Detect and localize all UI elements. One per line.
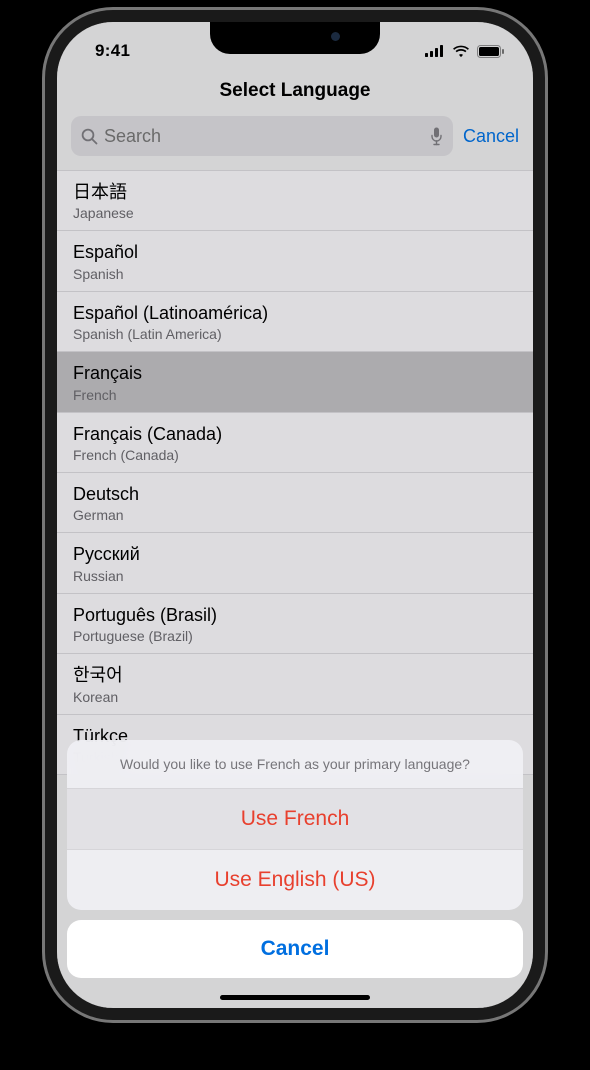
language-native-label: Deutsch bbox=[73, 483, 517, 506]
microphone-icon[interactable] bbox=[430, 127, 443, 146]
wifi-icon bbox=[452, 45, 470, 58]
language-english-label: Spanish (Latin America) bbox=[73, 326, 517, 342]
search-icon bbox=[81, 128, 98, 145]
search-field[interactable] bbox=[71, 116, 453, 156]
search-cancel-button[interactable]: Cancel bbox=[463, 126, 519, 147]
iphone-frame: 9:41 Select Language Cancel 日本語JapaneseE… bbox=[45, 10, 545, 1020]
language-native-label: Русский bbox=[73, 543, 517, 566]
language-english-label: French bbox=[73, 387, 517, 403]
language-english-label: Russian bbox=[73, 568, 517, 584]
language-item[interactable]: Español Spanish bbox=[57, 231, 533, 291]
notch bbox=[210, 22, 380, 54]
language-english-label: French (Canada) bbox=[73, 447, 517, 463]
action-sheet-option-button[interactable]: Use English (US) bbox=[67, 850, 523, 910]
language-item[interactable]: Español (Latinoamérica)Spanish (Latin Am… bbox=[57, 292, 533, 352]
language-english-label: German bbox=[73, 507, 517, 523]
action-sheet-group: Would you like to use French as your pri… bbox=[67, 740, 523, 910]
action-sheet: Would you like to use French as your pri… bbox=[67, 740, 523, 978]
action-sheet-option-button[interactable]: Use French bbox=[67, 789, 523, 850]
language-item[interactable]: DeutschGerman bbox=[57, 473, 533, 533]
cellular-icon bbox=[425, 45, 445, 57]
language-native-label: 日本語 bbox=[73, 181, 517, 204]
language-native-label: 한국어 bbox=[73, 664, 517, 687]
status-icons bbox=[425, 45, 505, 58]
language-native-label: Español (Latinoamérica) bbox=[73, 302, 517, 325]
language-item[interactable]: 한국어 Korean bbox=[57, 654, 533, 714]
page-title: Select Language bbox=[57, 80, 533, 102]
home-indicator[interactable] bbox=[220, 995, 370, 1000]
language-item[interactable]: Русский Russian bbox=[57, 533, 533, 593]
battery-icon bbox=[477, 45, 505, 58]
language-list[interactable]: 日本語Japanese Español Spanish Español (Latino… bbox=[57, 170, 533, 775]
language-english-label: Portuguese (Brazil) bbox=[73, 628, 517, 644]
status-time: 9:41 bbox=[95, 41, 130, 61]
language-item[interactable]: Português (Brasil)Portuguese (Brazil) bbox=[57, 594, 533, 654]
action-sheet-cancel-button[interactable]: Cancel bbox=[67, 920, 523, 978]
language-native-label: Español bbox=[73, 241, 517, 264]
language-english-label: Japanese bbox=[73, 205, 517, 221]
language-native-label: Français bbox=[73, 362, 517, 385]
language-item[interactable]: Français French bbox=[57, 352, 533, 412]
search-input[interactable] bbox=[104, 126, 424, 147]
action-sheet-message: Would you like to use French as your pri… bbox=[67, 740, 523, 789]
language-native-label: Português (Brasil) bbox=[73, 604, 517, 627]
screen-content: Select Language Cancel 日本語JapaneseEspaño… bbox=[57, 22, 533, 1008]
language-english-label: Korean bbox=[73, 689, 517, 705]
language-english-label: Spanish bbox=[73, 266, 517, 282]
search-row: Cancel bbox=[57, 102, 533, 164]
language-item[interactable]: 日本語Japanese bbox=[57, 171, 533, 231]
language-native-label: Français (Canada) bbox=[73, 423, 517, 446]
language-item[interactable]: Français (Canada)French (Canada) bbox=[57, 413, 533, 473]
